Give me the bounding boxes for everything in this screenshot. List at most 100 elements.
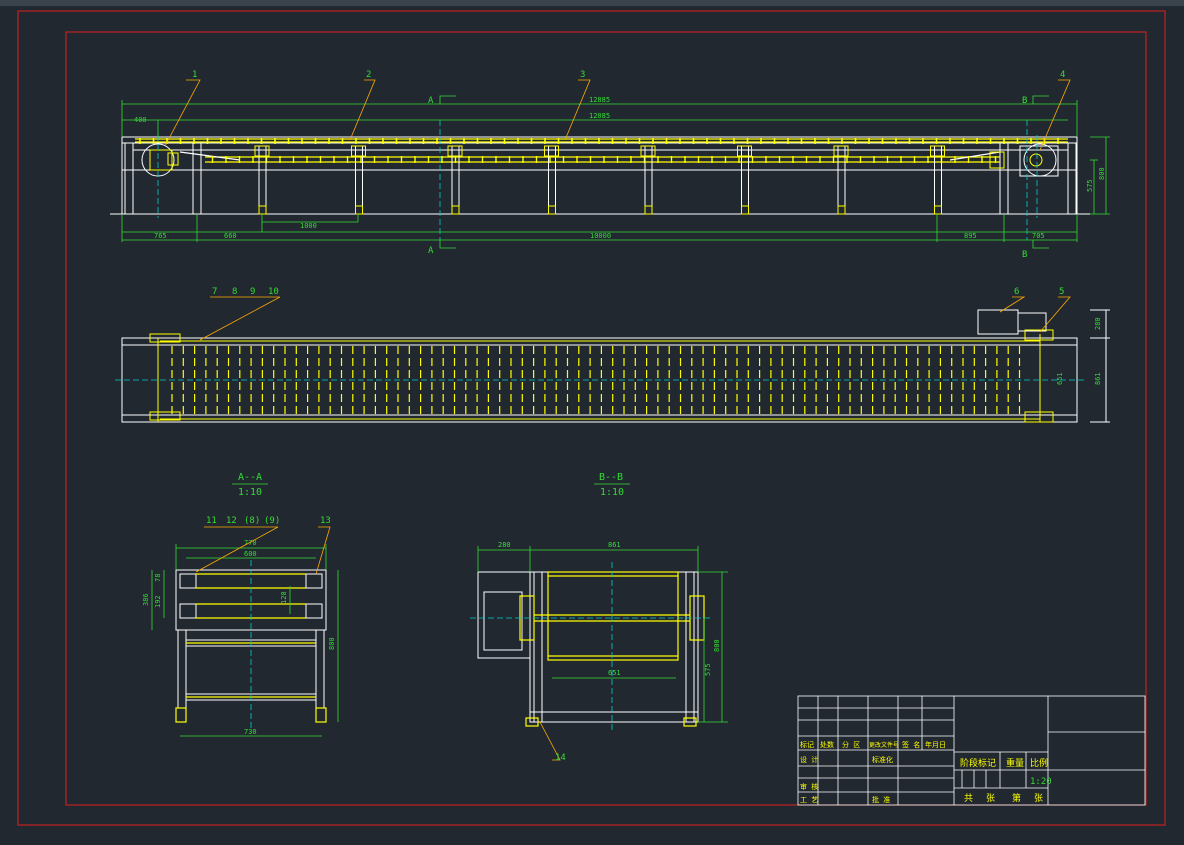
- section-mark-b-bottom: B: [1022, 250, 1027, 260]
- support-leg: [258, 145, 267, 207]
- front-view-support-legs: [254, 145, 945, 215]
- section-b-b-scale: 1:10: [600, 487, 624, 498]
- dim-280-plan: 280: [1094, 317, 1102, 330]
- balloon-4: 4: [1060, 70, 1065, 80]
- section-a-a-title: A--A: [238, 472, 262, 483]
- section-b-b-title: B--B: [599, 472, 623, 483]
- balloon-3: 3: [580, 70, 585, 80]
- plan-view: 280 861 651: [115, 309, 1110, 423]
- section-a-a-view: A--A 1:10 770 600 78 192 386 120 800 730: [142, 472, 339, 737]
- leg-bracket: [351, 145, 366, 157]
- support-leg: [548, 145, 556, 207]
- outer-border: [17, 10, 1166, 826]
- tb-scale-value: 1:20: [1030, 777, 1052, 787]
- leg-foot: [837, 205, 846, 215]
- support-leg: [451, 145, 460, 207]
- tb-sheet-no: 第: [1012, 792, 1021, 804]
- dim-651-plan: 651: [1056, 372, 1064, 385]
- tb-label-change-doc: 更改文件号: [869, 741, 899, 749]
- viewport-top-strip: [0, 0, 1184, 6]
- tb-label-count: 处数: [820, 740, 834, 749]
- leg-bracket: [737, 145, 752, 157]
- section-b-b-frame: [477, 571, 699, 723]
- balloon-5: 5: [1059, 287, 1064, 297]
- conveyor-assembly-drawing: 400 12885 12085 765 660 1000 10000 895 7…: [17, 10, 1166, 826]
- tb-ratio: 比例: [1030, 757, 1048, 769]
- dim-895: 895: [964, 232, 977, 240]
- leg-bracket: [640, 145, 656, 157]
- tb-label-standard: 标准化: [872, 755, 893, 764]
- plan-view-frame: [121, 309, 1110, 423]
- leg-foot: [258, 205, 267, 215]
- leg-foot: [355, 205, 363, 215]
- dim-78-aa: 78: [154, 574, 162, 582]
- balloon-11: 11: [206, 516, 217, 526]
- section-mark-a-top: A: [428, 96, 434, 106]
- front-view-dimension-text: 400 12885 12085 765 660 1000 10000 895 7…: [134, 96, 1106, 240]
- tb-label-mark: 标记: [800, 740, 814, 749]
- dim-651-bb: 651: [608, 669, 621, 677]
- tb-label-sign: 签 名: [902, 740, 920, 749]
- leg-foot: [644, 205, 653, 215]
- section-mark-a-bottom: A: [428, 246, 434, 256]
- dim-575: 575: [1086, 179, 1094, 192]
- front-view: 400 12885 12085 765 660 1000 10000 895 7…: [110, 95, 1110, 260]
- section-a-a-scale: 1:10: [238, 487, 262, 498]
- section-b-b-view: B--B 1:10 280 861 651 575 800: [470, 472, 728, 730]
- support-leg: [837, 145, 846, 207]
- section-marks: [439, 95, 1049, 249]
- balloon-6: 6: [1014, 287, 1019, 297]
- tb-sheet-unit: 张: [1034, 793, 1043, 804]
- dim-800: 800: [1098, 167, 1106, 180]
- leg-foot: [741, 205, 749, 215]
- dim-765: 765: [154, 232, 167, 240]
- dim-280-bb: 280: [498, 541, 511, 549]
- tb-weight: 重量: [1006, 757, 1024, 769]
- dim-575-bb: 575: [704, 663, 712, 676]
- balloon-8: 8: [232, 287, 237, 297]
- tb-sheets: 张: [986, 793, 995, 804]
- title-block: [797, 695, 1146, 806]
- support-leg: [355, 145, 363, 207]
- dim-861-bb: 861: [608, 541, 621, 549]
- dim-800-bb: 800: [713, 639, 721, 652]
- balloon-10: 10: [268, 287, 279, 297]
- dim-192-aa: 192: [154, 595, 162, 608]
- leg-bracket: [254, 145, 270, 157]
- leg-bracket: [544, 145, 559, 157]
- dim-400: 400: [134, 116, 147, 124]
- dim-800-aa: 800: [328, 637, 336, 650]
- balloon-2: 2: [366, 70, 371, 80]
- drawing-frames: [17, 10, 1166, 826]
- tb-stage-mark: 阶段标记: [960, 757, 996, 769]
- balloon-7: 7: [212, 287, 217, 297]
- tb-label-zone: 分 区: [842, 740, 860, 749]
- leg-foot: [548, 205, 556, 215]
- dim-12885: 12885: [589, 96, 610, 104]
- leg-bracket: [833, 145, 849, 157]
- leg-foot: [934, 205, 942, 215]
- cad-drawing-viewport[interactable]: 400 12885 12085 765 660 1000 10000 895 7…: [0, 0, 1184, 841]
- support-leg: [741, 145, 749, 207]
- front-view-frame: [110, 136, 1090, 215]
- balloon-14: 14: [555, 753, 566, 763]
- dim-12085: 12085: [589, 112, 610, 120]
- front-view-drive: [149, 149, 1043, 171]
- dim-660: 660: [224, 232, 237, 240]
- leg-bracket: [447, 145, 463, 157]
- balloon-9-ref: (9): [264, 516, 280, 526]
- balloon-12: 12: [226, 516, 237, 526]
- section-mark-b-top: B: [1022, 96, 1027, 106]
- dim-861-plan: 861: [1094, 372, 1102, 385]
- tb-label-approve: 批 准: [872, 795, 890, 804]
- front-view-dimensions: [121, 100, 1110, 242]
- tb-label-design: 设 计: [800, 755, 818, 764]
- balloon-13: 13: [320, 516, 331, 526]
- tb-label-process: 工 艺: [800, 796, 818, 804]
- dim-386-aa: 386: [142, 593, 150, 606]
- leg-bracket: [930, 145, 945, 157]
- dim-1000: 1000: [300, 222, 317, 230]
- dim-730-aa: 730: [244, 728, 257, 736]
- dim-120-aa: 120: [280, 591, 288, 604]
- dim-10000: 10000: [590, 232, 611, 240]
